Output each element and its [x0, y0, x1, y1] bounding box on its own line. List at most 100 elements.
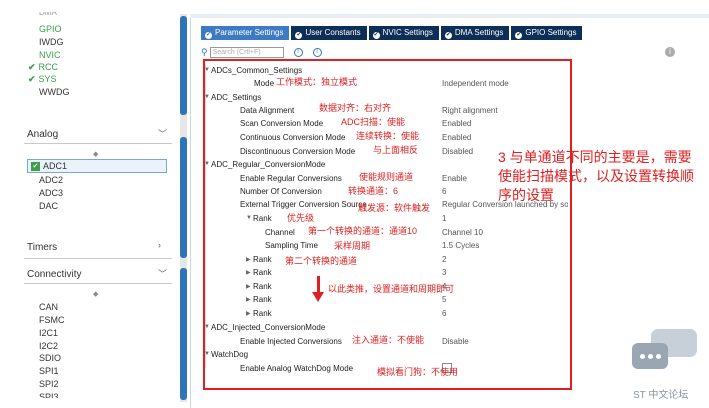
search-next-icon[interactable]: i [312, 48, 322, 57]
param-data-alignment-label: Data Alignment [240, 106, 295, 115]
sidebar-item-adc2[interactable]: ADC2 [39, 175, 63, 185]
annotation-analog: 以此类推，设置通道和周期即可 [328, 284, 455, 294]
tab-dma-settings[interactable]: ✔ DMA Settings [440, 26, 510, 40]
scrollbar-thumb[interactable] [180, 268, 187, 400]
tree-guide-line [205, 64, 206, 368]
param-sampling-time-value[interactable]: 1.5 Cycles [442, 241, 479, 250]
expand-icon[interactable]: ▶ [246, 283, 251, 290]
sidebar-item-spi2[interactable]: SPI2 [39, 379, 59, 389]
annotation-num-conversion: 转换通道：6 [348, 186, 399, 196]
tab-user-constants[interactable]: ✔ User Constants [291, 26, 367, 40]
annotation-rank: 优先级 [287, 213, 315, 223]
info-icon[interactable]: i [665, 47, 675, 57]
param-rank-label: Rank [253, 309, 272, 318]
param-scan-mode-value[interactable]: Enabled [442, 119, 471, 128]
sidebar-section-timers[interactable]: Timers [27, 242, 57, 253]
param-enable-injected-label: Enable Injected Conversions [240, 337, 342, 346]
collapse-icon[interactable]: ▼ [204, 67, 210, 73]
param-analog-watchdog-label: Enable Analog WatchDog Mode [240, 364, 354, 373]
annotation-channel: 第一个转换的通道：通道10 [308, 226, 418, 236]
sidebar-item-i2c1[interactable]: I2C1 [39, 328, 58, 338]
param-channel-value[interactable]: Channel 10 [442, 228, 483, 237]
expand-icon[interactable]: ▶ [246, 256, 251, 263]
param-num-conversion-label: Number Of Conversion [240, 187, 322, 196]
sidebar-item-gpio[interactable]: GPIO [39, 24, 62, 34]
chevron-right-icon[interactable]: › [158, 240, 161, 250]
param-rank-value[interactable]: 5 [442, 295, 446, 304]
group-watchdog[interactable]: WatchDog [211, 350, 248, 359]
param-rank-label: Rank [253, 268, 272, 277]
sidebar-item-fsmc[interactable]: FSMC [39, 315, 65, 325]
param-enable-regular-value[interactable]: Enable [442, 174, 467, 183]
sidebar-item-wwdg[interactable]: WWDG [39, 87, 70, 97]
tab-nvic-settings[interactable]: ✔ NVIC Settings [368, 26, 439, 40]
sidebar-item-adc1[interactable]: ✔ ADC1 [27, 159, 167, 173]
param-rank-label: Rank [253, 282, 272, 291]
expand-icon[interactable]: ▶ [246, 310, 251, 317]
param-channel-label: Channel [265, 228, 295, 237]
group-adcs-common-settings[interactable]: ADCs_Common_Settings [211, 66, 302, 75]
expand-icon[interactable]: ▶ [246, 296, 251, 303]
scrollbar-thumb[interactable] [180, 137, 187, 258]
search-input[interactable]: Search (Crtl+F) [209, 47, 284, 58]
param-rank-label: Rank [253, 214, 272, 223]
check-icon: ✔ [31, 162, 40, 171]
sidebar-section-analog[interactable]: Analog [27, 129, 58, 140]
param-ext-trigger-label: External Trigger Conversion Source [240, 200, 367, 209]
sidebar-item-iwdg[interactable]: IWDG [39, 37, 64, 47]
sidebar-section-connectivity[interactable]: Connectivity [27, 269, 81, 280]
sidebar-item-sdio[interactable]: SDIO [39, 353, 61, 363]
sidebar-item-sys[interactable]: ✔ SYS [28, 74, 57, 85]
param-rank-value[interactable]: 6 [442, 309, 446, 318]
collapse-icon[interactable]: ▼ [204, 351, 210, 357]
param-rank-value[interactable]: 3 [442, 268, 446, 277]
sidebar-item-nvic[interactable]: NVIC [39, 50, 61, 60]
param-rank-value[interactable]: 2 [442, 255, 446, 264]
group-adc-settings[interactable]: ADC_Settings [211, 93, 261, 102]
sort-icon[interactable]: ◆ [93, 150, 98, 158]
param-data-alignment-value[interactable]: Right alignment [442, 106, 498, 115]
param-continuous-value[interactable]: Enabled [442, 133, 471, 142]
sidebar-item-dac[interactable]: DAC [39, 201, 58, 211]
scrollbar-thumb[interactable] [180, 16, 187, 115]
check-icon: ✔ [28, 74, 36, 84]
search-icon: ⚲ [201, 47, 208, 57]
sidebar-item-can[interactable]: CAN [39, 302, 58, 312]
collapse-icon[interactable]: ▼ [204, 161, 210, 167]
chevron-down-icon[interactable]: ﹀ [158, 267, 167, 280]
tab-bar: ✔ Parameter Settings ✔ User Constants ✔ NVI… [201, 26, 584, 40]
annotation-discontinuous: 与上面相反 [373, 145, 419, 155]
chevron-down-icon[interactable]: ﹀ [158, 127, 167, 140]
collapse-icon[interactable]: ▼ [204, 324, 210, 330]
sidebar-item-adc3[interactable]: ADC3 [39, 188, 63, 198]
group-adc-injected-conversionmode[interactable]: ADC_Injected_ConversionMode [211, 323, 325, 332]
collapse-icon[interactable]: ▼ [246, 215, 252, 221]
param-enable-injected-value[interactable]: Disable [442, 337, 469, 346]
annotation-continuous: 连续转换：使能 [356, 131, 420, 141]
collapse-icon[interactable]: ▼ [204, 94, 210, 100]
sort-icon[interactable]: ◆ [93, 290, 98, 298]
group-adc-regular-conversionmode[interactable]: ADC_Regular_ConversionMode [211, 160, 325, 169]
annotation-arrow-head [312, 292, 324, 302]
sidebar-item-spi3[interactable]: SPI3 [39, 392, 59, 398]
param-mode-value[interactable]: Independent mode [442, 79, 509, 88]
param-discontinuous-value[interactable]: Disabled [442, 147, 473, 156]
annotation-mode: 工作模式：独立模式 [276, 77, 358, 87]
sidebar-item-spi1[interactable]: SPI1 [39, 366, 59, 376]
expand-icon[interactable]: ▶ [246, 269, 251, 276]
summary-annotation: 3 与单通道不同的主要是，需要使能扫描模式，以及设置转换顺序的设置 [498, 149, 694, 203]
param-rank-value[interactable]: 1 [442, 214, 446, 223]
sidebar-item-i2c2[interactable]: I2C2 [39, 341, 58, 351]
annotation-scan-mode: ADC扫描：使能 [341, 117, 406, 127]
sidebar-item-rcc[interactable]: ✔ RCC [28, 62, 58, 73]
check-icon: ✔ [515, 32, 523, 39]
watermark-chat-icon [632, 343, 668, 369]
param-num-conversion-value[interactable]: 6 [442, 187, 446, 196]
search-prev-icon[interactable]: i [293, 48, 303, 57]
tab-gpio-settings[interactable]: ✔ GPIO Settings [511, 26, 583, 40]
divider [24, 143, 172, 144]
sidebar-item-dma-cut[interactable]: DMA [39, 12, 57, 17]
tab-parameter-settings[interactable]: ✔ Parameter Settings [201, 26, 290, 40]
annotation-analog-watchdog: 模拟看门狗：不使用 [377, 367, 459, 377]
annotation-enable-regular: 使能规则通道 [359, 172, 414, 182]
